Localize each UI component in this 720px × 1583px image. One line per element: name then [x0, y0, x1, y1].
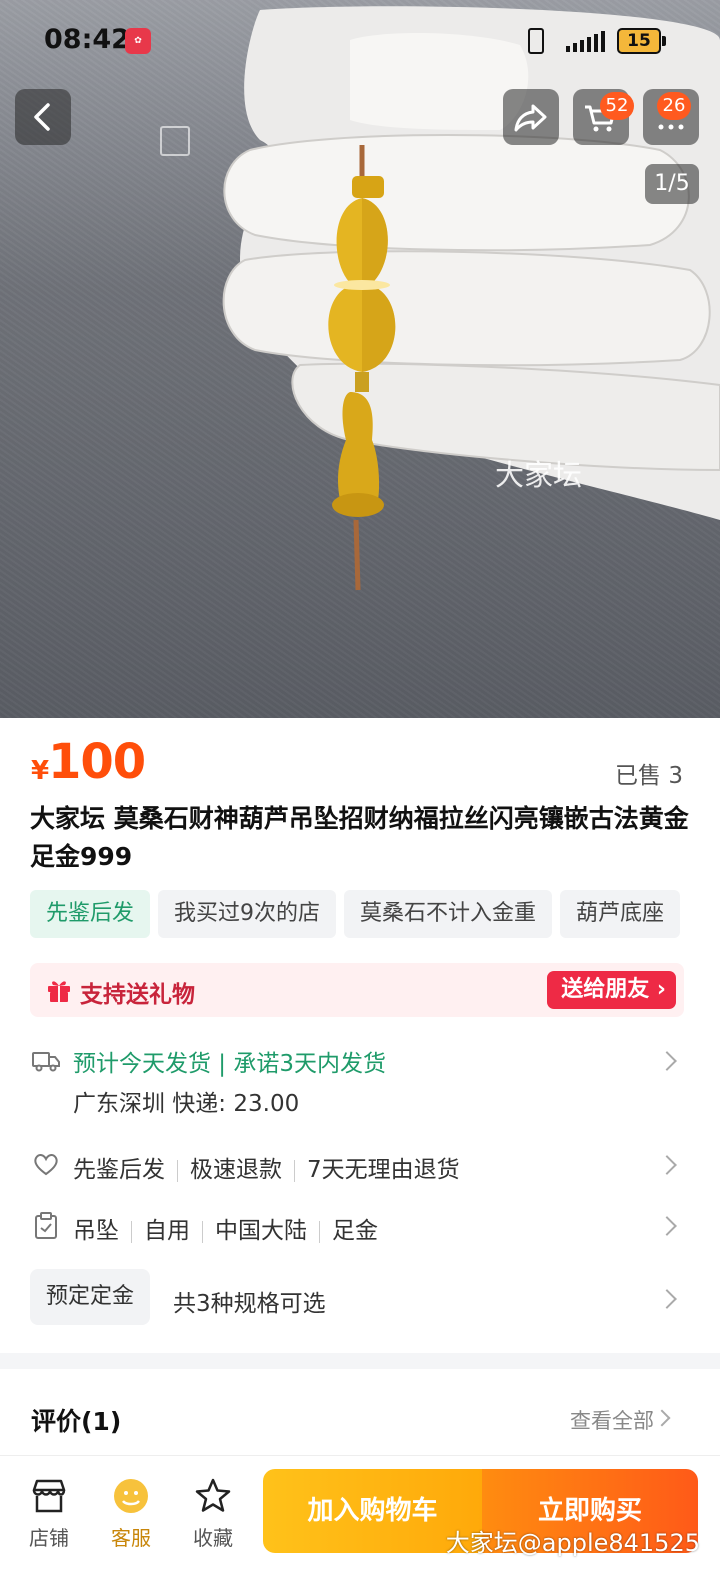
gift-banner[interactable]: 支持送礼物 送给朋友 › — [30, 963, 684, 1017]
clipboard-icon — [35, 1212, 57, 1239]
share-icon — [514, 104, 547, 132]
divider — [319, 1220, 320, 1243]
status-time: 08:42 — [44, 24, 130, 55]
param-item: 足金 — [332, 1218, 378, 1244]
bottom-action-bar: 店铺 客服 收藏 加入购物车 立即购买 — [0, 1455, 720, 1583]
params-row[interactable]: 吊坠 自用 中国大陆 足金 — [0, 1200, 720, 1250]
store-icon — [32, 1479, 66, 1513]
divider — [131, 1220, 132, 1243]
signal-icon — [566, 31, 605, 52]
view-all-reviews-link[interactable]: 查看全部 — [570, 1405, 654, 1435]
customer-service-button[interactable]: 客服 — [101, 1476, 161, 1551]
battery-icon: 15 — [617, 28, 661, 54]
shipping-estimate: 预计今天发货 | 承诺3天内发货 — [73, 1051, 387, 1077]
sold-count: 已售 3 — [615, 763, 683, 789]
price-row: ¥ 100 已售 3 — [0, 730, 720, 800]
status-bar: 08:42 ✿ 15 — [0, 0, 720, 84]
favorite-button[interactable]: 收藏 — [183, 1476, 243, 1551]
shop-button[interactable]: 店铺 — [19, 1476, 79, 1551]
guarantee-item: 先鉴后发 — [73, 1157, 165, 1183]
tag-item[interactable]: 莫桑石不计入金重 — [344, 890, 553, 938]
reviews-title: 评价(1) — [31, 1407, 122, 1436]
guarantee-item: 7天无理由退货 — [307, 1157, 460, 1183]
guarantee-item: 极速退款 — [190, 1157, 282, 1183]
param-item: 中国大陆 — [215, 1218, 307, 1244]
shipping-origin-fee: 广东深圳 快递: 23.00 — [73, 1091, 300, 1117]
tag-list: 先鉴后发 我买过9次的店 莫桑石不计入金重 葫芦底座 — [30, 890, 720, 940]
image-watermark: 大家坛 — [495, 458, 583, 492]
chevron-left-icon — [34, 103, 50, 131]
product-image[interactable]: 大家坛 08:42 ✿ 15 52 26 1/5 — [0, 0, 720, 718]
spec-count: 共3种规格可选 — [173, 1291, 326, 1317]
param-list: 吊坠 自用 中国大陆 足金 — [73, 1211, 378, 1245]
chevron-right-icon — [657, 1289, 677, 1309]
image-counter: 1/5 — [645, 164, 699, 204]
param-item: 吊坠 — [73, 1218, 119, 1244]
guarantee-list: 先鉴后发 极速退款 7天无理由退货 — [73, 1150, 460, 1184]
image-brand-mark — [160, 126, 190, 156]
watermark: 大家坛@apple841525 — [445, 1529, 700, 1557]
product-title: 大家坛 莫桑石财神葫芦吊坠招财纳福拉丝闪亮镶嵌古法黄金足金999 — [30, 804, 689, 871]
shipping-row[interactable]: 预计今天发货 | 承诺3天内发货 广东深圳 快递: 23.00 — [0, 1030, 720, 1120]
divider — [294, 1159, 295, 1182]
heart-icon — [34, 1154, 58, 1176]
message-count-badge: 26 — [657, 92, 691, 120]
param-item: 自用 — [144, 1218, 190, 1244]
app-notification-icon: ✿ — [125, 28, 151, 54]
divider — [177, 1159, 178, 1182]
shop-label: 店铺 — [29, 1526, 69, 1550]
spec-chip[interactable]: 预定定金 — [30, 1269, 151, 1325]
share-button[interactable] — [503, 89, 559, 145]
vibrate-icon — [528, 28, 544, 54]
star-icon — [195, 1478, 231, 1512]
guarantee-row[interactable]: 先鉴后发 极速退款 7天无理由退货 — [0, 1140, 720, 1190]
back-button[interactable] — [15, 89, 71, 145]
chevron-right-icon — [653, 1409, 671, 1427]
customer-service-icon — [114, 1479, 148, 1513]
specs-row[interactable]: 预定定金 共3种规格可选 — [0, 1268, 720, 1328]
price-currency: ¥ — [31, 756, 50, 786]
send-to-friend-button[interactable]: 送给朋友 › — [547, 971, 676, 1009]
truck-icon — [32, 1052, 60, 1072]
send-to-friend-label: 送给朋友 — [561, 977, 650, 1002]
divider — [202, 1220, 203, 1243]
chevron-right-icon — [657, 1155, 677, 1175]
tag-item[interactable]: 葫芦底座 — [560, 890, 681, 938]
customer-service-label: 客服 — [111, 1526, 151, 1550]
gift-label: 支持送礼物 — [80, 982, 195, 1008]
favorite-label: 收藏 — [193, 1526, 233, 1550]
tag-item[interactable]: 先鉴后发 — [30, 890, 151, 938]
cart-count-badge: 52 — [600, 92, 634, 120]
chevron-right-icon — [657, 1216, 677, 1236]
gift-icon — [48, 981, 70, 1002]
section-divider — [0, 1353, 720, 1369]
price-value: 100 — [48, 734, 146, 790]
chevron-right-icon — [657, 1051, 677, 1071]
tag-item[interactable]: 我买过9次的店 — [158, 890, 337, 938]
battery-cap — [662, 36, 666, 46]
